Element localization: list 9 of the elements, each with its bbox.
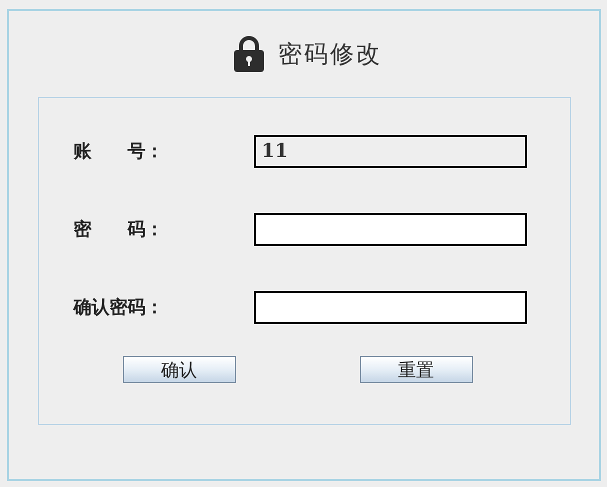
page-title: 密码修改 xyxy=(278,39,382,70)
input-field[interactable] xyxy=(254,212,526,246)
confirm-button[interactable]: 确认 xyxy=(122,356,236,383)
input-field[interactable] xyxy=(254,290,526,324)
field-label: 确认密码： xyxy=(74,296,164,319)
reset-button[interactable]: 重置 xyxy=(360,356,472,383)
field-label: 账 号： xyxy=(74,140,164,163)
field-label: 密 码： xyxy=(74,218,164,241)
lock-icon xyxy=(234,36,264,72)
